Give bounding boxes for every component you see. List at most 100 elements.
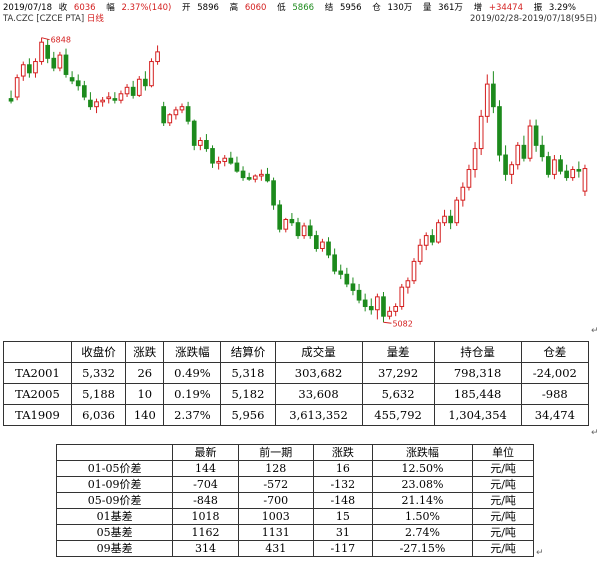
- candle: [106, 92, 112, 104]
- table-cell: -700: [237, 492, 314, 509]
- change-value: 2.37%(140): [121, 3, 172, 13]
- column-header: 收盘价: [70, 341, 127, 363]
- candle: [539, 135, 545, 162]
- candle: [491, 71, 496, 114]
- table-cell: 34,474: [520, 404, 590, 426]
- spread-basis-table: 最新 前一期 涨跌 涨跌幅 单位 01-05价差 144 128 16 12.50% 元/吨 01-…: [55, 444, 534, 557]
- candle: [33, 58, 38, 78]
- candle-body: [161, 106, 167, 124]
- candle-body: [63, 54, 69, 75]
- candle: [338, 264, 344, 280]
- table-cell: 6,036: [70, 404, 127, 426]
- column-header: 涨跌: [125, 341, 165, 363]
- table-cell: 23.08%: [371, 476, 474, 493]
- return-mark: ↵: [591, 326, 599, 336]
- candle-body: [533, 125, 539, 146]
- candle: [289, 213, 295, 226]
- candle-body: [265, 173, 270, 182]
- column-header: 结算价: [220, 341, 276, 363]
- candle-body: [222, 157, 228, 162]
- candle: [387, 306, 392, 320]
- table-cell: -148: [312, 492, 373, 509]
- candle: [332, 248, 337, 275]
- candle-body: [118, 93, 124, 101]
- table-cell: 185,448: [433, 383, 522, 405]
- table-cell: 455,792: [361, 404, 435, 426]
- table-cell: -848: [172, 492, 239, 509]
- candle-body: [576, 169, 582, 172]
- candle: [234, 156, 240, 173]
- candle-body: [69, 77, 75, 82]
- table-cell: 5,318: [220, 362, 276, 384]
- candle: [130, 80, 136, 99]
- candle-body: [283, 218, 289, 230]
- candle-body: [277, 204, 283, 230]
- table-cell: -988: [520, 383, 590, 405]
- candle-body: [173, 109, 179, 116]
- candle-body: [216, 160, 221, 164]
- table-row: 05-09价差 -848 -700 -148 21.14% 元/吨: [55, 492, 534, 509]
- candle-body: [484, 83, 490, 117]
- candle-body: [564, 170, 569, 179]
- table-cell: 140: [125, 404, 165, 426]
- table-cell: 5,188: [70, 383, 127, 405]
- candle: [466, 164, 472, 191]
- candle: [375, 293, 380, 320]
- candle-body: [112, 98, 118, 101]
- candle-body: [167, 114, 173, 124]
- candle: [75, 74, 81, 91]
- column-header: 仓差: [520, 341, 590, 363]
- table-cell: 303,682: [274, 362, 363, 384]
- candle-body: [539, 144, 545, 158]
- candle-body: [271, 180, 276, 206]
- candle: [51, 51, 57, 72]
- candlestick-chart: 6848 5082: [8, 36, 588, 328]
- candle: [381, 292, 386, 323]
- candle: [582, 164, 588, 196]
- table-cell: 元/吨: [472, 524, 534, 541]
- candle: [478, 109, 484, 156]
- candle: [277, 200, 283, 233]
- candle-body: [362, 299, 368, 308]
- candle: [155, 45, 160, 65]
- candle: [136, 76, 142, 98]
- candle: [167, 113, 173, 127]
- price-marker-line: [41, 37, 50, 41]
- candle: [344, 267, 350, 288]
- candle-body: [454, 199, 460, 224]
- volume-quote: 量 361万: [423, 3, 467, 13]
- candle-body: [344, 273, 350, 285]
- candle-body: [491, 83, 496, 108]
- candle: [399, 283, 405, 310]
- oi-label: 仓: [372, 3, 381, 13]
- candle-body: [246, 177, 252, 180]
- candle: [393, 303, 399, 317]
- candle: [259, 169, 264, 181]
- row-label-cell: 01基差: [55, 508, 174, 525]
- candle: [564, 164, 569, 181]
- candle-body: [460, 186, 466, 201]
- candle: [112, 92, 118, 104]
- settle-label: 结: [324, 3, 334, 13]
- candle-body: [301, 225, 307, 237]
- open-quote: 开 5896: [182, 3, 223, 13]
- candle: [417, 238, 423, 265]
- volume-value: 361万: [438, 3, 463, 13]
- table-cell: 2.37%: [163, 404, 222, 426]
- candle: [283, 217, 289, 233]
- table-cell: 1162: [172, 524, 239, 541]
- candle: [307, 219, 313, 239]
- candle-body: [368, 306, 374, 311]
- candle: [94, 98, 99, 114]
- candle-body: [45, 44, 51, 59]
- price-marker-line: [383, 321, 392, 324]
- amplitude-label: 振: [533, 3, 543, 13]
- candle-body: [179, 106, 185, 111]
- candle: [313, 230, 319, 252]
- candle: [320, 238, 325, 252]
- table-cell: 33,608: [274, 383, 363, 405]
- candle: [484, 74, 490, 123]
- candle-body: [423, 235, 429, 246]
- candle: [527, 119, 533, 162]
- close-label: 收: [58, 3, 68, 13]
